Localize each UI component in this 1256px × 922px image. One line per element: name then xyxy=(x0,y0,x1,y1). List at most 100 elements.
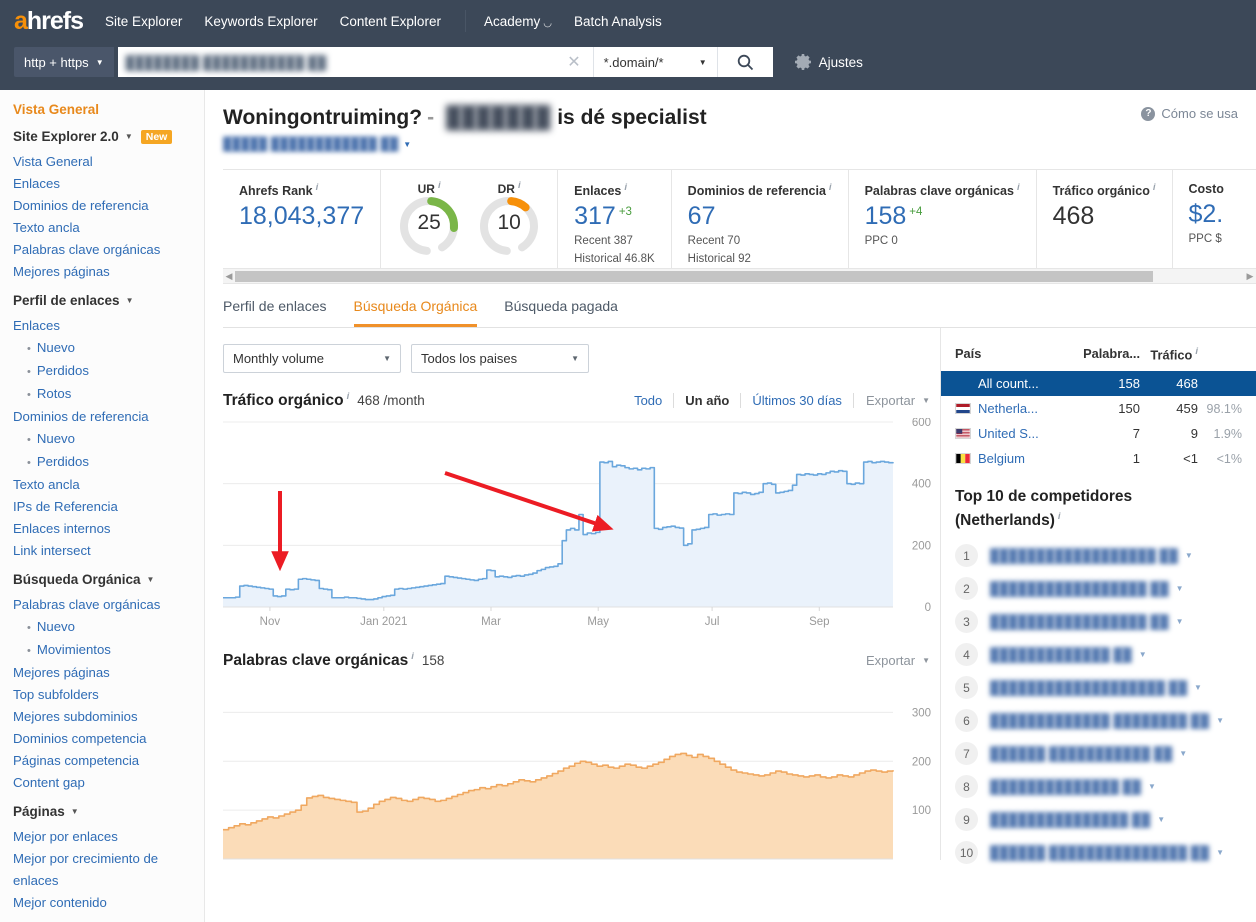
competitor-row[interactable]: 4 █████████████ ██ ▼ xyxy=(941,638,1256,671)
page-url[interactable]: █████ ████████████ ██ ▼ xyxy=(223,137,1238,151)
country-row[interactable]: All count... 158 468 xyxy=(941,371,1256,397)
protocol-selector[interactable]: http + https ▼ xyxy=(14,47,114,77)
search-input[interactable]: ████████ ███████████ ██ xyxy=(126,55,564,70)
sidebar-item-perdidos[interactable]: • Perdidos xyxy=(13,360,204,383)
competitor-row[interactable]: 8 ██████████████ ██ ▼ xyxy=(941,770,1256,803)
sidebar-item-texto-ancla[interactable]: Texto ancla xyxy=(13,217,204,239)
sidebar-item-mejores-páginas[interactable]: Mejores páginas xyxy=(13,662,204,684)
sidebar-item-link-intersect[interactable]: Link intersect xyxy=(13,540,204,562)
competitor-row[interactable]: 3 █████████████████ ██ ▼ xyxy=(941,605,1256,638)
sidebar-item-mejor-por-enlaces[interactable]: Mejor por enlaces xyxy=(13,826,204,848)
competitor-row[interactable]: 5 ███████████████████ ██ ▼ xyxy=(941,671,1256,704)
competitor-row[interactable]: 2 █████████████████ ██ ▼ xyxy=(941,572,1256,605)
competitor-row[interactable]: 10 ██████ ███████████████ ██ ▼ xyxy=(941,836,1256,869)
sidebar-item-content-gap[interactable]: Content gap xyxy=(13,772,204,794)
nav-batch-analysis[interactable]: Batch Analysis xyxy=(574,14,662,29)
chevron-down-icon[interactable]: ▼ xyxy=(1157,815,1165,824)
competitor-row[interactable]: 6 █████████████ ████████ ██ ▼ xyxy=(941,704,1256,737)
competitor-row[interactable]: 7 ██████ ███████████ ██ ▼ xyxy=(941,737,1256,770)
sidebar-group-perfil-de-enlaces[interactable]: Perfil de enlaces ▼ xyxy=(13,293,204,308)
sidebar-item-texto-ancla[interactable]: Texto ancla xyxy=(13,474,204,496)
sidebar-item-dominios-de-referencia[interactable]: Dominios de referencia xyxy=(13,195,204,217)
how-to-use-link[interactable]: ? Cómo se usa xyxy=(1141,106,1238,121)
info-icon[interactable]: i xyxy=(438,180,441,191)
country-row[interactable]: Netherla... 150 459 98.1% xyxy=(941,396,1256,421)
sidebar-item-mejores-subdominios[interactable]: Mejores subdominios xyxy=(13,706,204,728)
info-icon[interactable]: i xyxy=(411,651,414,662)
info-icon[interactable]: i xyxy=(347,391,350,402)
sidebar-item-enlaces[interactable]: Enlaces xyxy=(13,315,204,337)
sidebar-item-nuevo[interactable]: • Nuevo xyxy=(13,616,204,639)
sidebar-group-p-ginas[interactable]: Páginas ▼ xyxy=(13,804,204,819)
traffic-chart[interactable]: 0 200 400 600 Nov Jan 2021 Mar May Jul Sep xyxy=(223,418,931,633)
tab-perfil-de-enlaces[interactable]: Perfil de enlaces xyxy=(223,298,327,327)
sidebar-item-top-subfolders[interactable]: Top subfolders xyxy=(13,684,204,706)
sidebar-item-nuevo[interactable]: • Nuevo xyxy=(13,337,204,360)
range-todo[interactable]: Todo xyxy=(623,393,675,409)
sidebar-item-enlaces[interactable]: Enlaces xyxy=(13,173,204,195)
sidebar-item-dominios-de-referencia[interactable]: Dominios de referencia xyxy=(13,406,204,428)
metrics-horizontal-scrollbar[interactable]: ◀ ▶ xyxy=(223,269,1256,284)
sidebar-item-vista-general[interactable]: Vista General xyxy=(13,151,204,173)
chevron-down-icon[interactable]: ▼ xyxy=(1194,683,1202,692)
sidebar-item-mejor-por-crecimiento-de-enlaces[interactable]: Mejor por crecimiento de enlaces xyxy=(13,848,204,892)
search-input-wrapper[interactable]: ████████ ███████████ ██ ✕ xyxy=(117,47,593,77)
chevron-down-icon[interactable]: ▼ xyxy=(1139,650,1147,659)
info-icon[interactable]: i xyxy=(316,182,319,193)
chevron-down-icon[interactable]: ▼ xyxy=(1176,584,1184,593)
chevron-down-icon[interactable]: ▼ xyxy=(1148,782,1156,791)
nav-keywords-explorer[interactable]: Keywords Explorer xyxy=(204,14,317,29)
competitor-row[interactable]: 9 ███████████████ ██ ▼ xyxy=(941,803,1256,836)
info-icon[interactable]: i xyxy=(1017,182,1020,193)
chevron-down-icon[interactable]: ▼ xyxy=(1185,551,1193,560)
nav-content-explorer[interactable]: Content Explorer xyxy=(340,14,441,29)
info-icon[interactable]: i xyxy=(829,182,832,193)
settings-button[interactable]: Ajustes xyxy=(794,54,863,70)
ahrefs-logo[interactable]: ahrefs xyxy=(14,7,84,36)
sidebar-item-páginas-competencia[interactable]: Páginas competencia xyxy=(13,750,204,772)
sidebar-item-dominios-competencia[interactable]: Dominios competencia xyxy=(13,728,204,750)
nav-site-explorer[interactable]: Site Explorer xyxy=(105,14,182,29)
sidebar-item-ips-de-referencia[interactable]: IPs de Referencia xyxy=(13,496,204,518)
sidebar-item-vista-general-active[interactable]: Vista General xyxy=(13,102,204,117)
scroll-left-icon[interactable]: ◀ xyxy=(223,271,235,282)
country-row[interactable]: United S... 7 9 1.9% xyxy=(941,421,1256,446)
close-icon[interactable]: ✕ xyxy=(563,52,584,72)
chevron-down-icon[interactable]: ▼ xyxy=(1216,716,1224,725)
sidebar-item-rotos[interactable]: • Rotos xyxy=(13,383,204,406)
scrollbar-thumb[interactable] xyxy=(235,270,1154,282)
scrollbar-track[interactable] xyxy=(235,270,1244,283)
sidebar-item-palabras-clave-orgánicas[interactable]: Palabras clave orgánicas xyxy=(13,594,204,616)
chevron-down-icon[interactable]: ▼ xyxy=(1216,848,1224,857)
competitor-row[interactable]: 1 ██████████████████ ██ ▼ xyxy=(941,539,1256,572)
country-row[interactable]: Belgium 1 <1 <1% xyxy=(941,446,1256,471)
sidebar-item-mejor-contenido[interactable]: Mejor contenido xyxy=(13,892,204,914)
sidebar-group-b-squeda-org-nica[interactable]: Búsqueda Orgánica ▼ xyxy=(13,572,204,587)
sidebar-item-nuevo[interactable]: • Nuevo xyxy=(13,428,204,451)
range-un-ano[interactable]: Un año xyxy=(674,393,742,409)
country-filter-select[interactable]: Todos los paises ▼ xyxy=(411,344,589,373)
sidebar-item-enlaces-internos[interactable]: Enlaces internos xyxy=(13,518,204,540)
keywords-export-button[interactable]: Exportar ▼ xyxy=(866,653,930,668)
keywords-chart[interactable]: 100 200 300 xyxy=(223,678,931,860)
traffic-export-button[interactable]: Exportar ▼ xyxy=(866,393,930,408)
info-icon[interactable]: i xyxy=(518,180,521,191)
tab-busqueda-pagada[interactable]: Búsqueda pagada xyxy=(504,298,618,327)
info-icon[interactable]: i xyxy=(1153,182,1156,193)
search-button[interactable] xyxy=(716,47,773,77)
sidebar-item-movimientos[interactable]: • Movimientos xyxy=(13,639,204,662)
sidebar-group-site-explorer-2-0[interactable]: Site Explorer 2.0 ▼ New xyxy=(13,129,204,144)
tab-busqueda-organica[interactable]: Búsqueda Orgánica xyxy=(353,298,478,327)
info-icon[interactable]: i xyxy=(624,182,627,193)
search-mode-selector[interactable]: *.domain/* ▼ xyxy=(592,47,717,77)
info-icon[interactable]: i xyxy=(1058,511,1061,522)
sidebar-item-perdidos[interactable]: • Perdidos xyxy=(13,451,204,474)
nav-academy[interactable]: Academy ◡ xyxy=(484,14,552,29)
range-ultimos-30-dias[interactable]: Últimos 30 días xyxy=(741,393,854,409)
scroll-right-icon[interactable]: ▶ xyxy=(1244,271,1256,282)
chevron-down-icon[interactable]: ▼ xyxy=(1176,617,1184,626)
chevron-down-icon[interactable]: ▼ xyxy=(1179,749,1187,758)
sidebar-item-mejores-páginas[interactable]: Mejores páginas xyxy=(13,261,204,283)
sidebar-item-palabras-clave-orgánicas[interactable]: Palabras clave orgánicas xyxy=(13,239,204,261)
volume-filter-select[interactable]: Monthly volume ▼ xyxy=(223,344,401,373)
